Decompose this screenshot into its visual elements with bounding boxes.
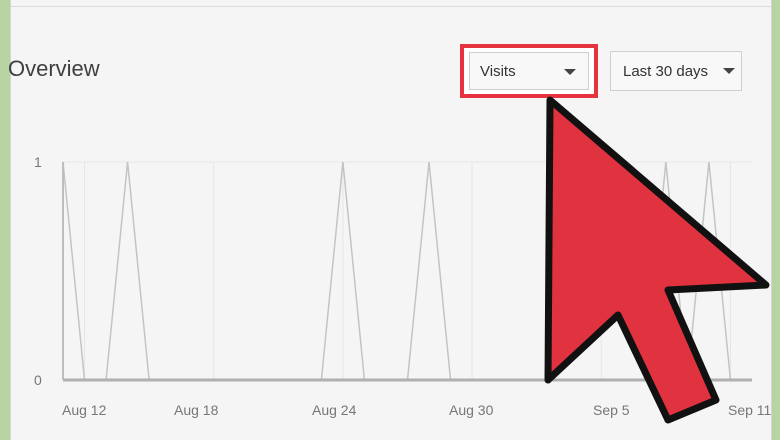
x-tick-label: Sep 11: [728, 402, 772, 418]
x-tick-label: Aug 18: [174, 402, 219, 418]
x-tick-label: Aug 12: [62, 402, 107, 418]
y-tick-label: 0: [34, 372, 42, 388]
arrow-cursor-icon: [544, 96, 770, 424]
y-tick-label: 1: [34, 154, 42, 170]
x-tick-label: Sep 5: [593, 402, 630, 418]
visits-line-chart: [62, 96, 770, 424]
x-tick-label: Aug 30: [449, 402, 494, 418]
x-tick-label: Aug 24: [312, 402, 357, 418]
